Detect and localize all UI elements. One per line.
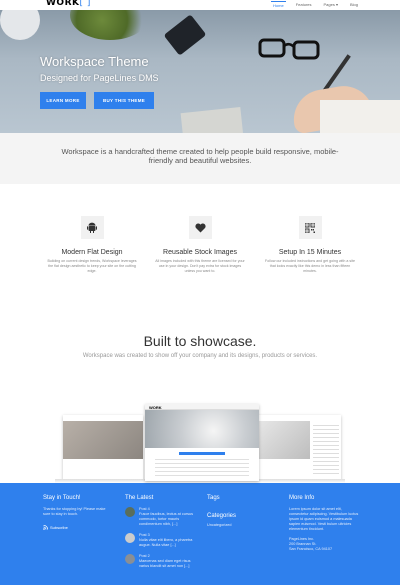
showcase-subtitle: Workspace was created to show off your c…: [82, 353, 318, 359]
footer-heading: More Info: [289, 495, 315, 501]
post-thumbnail: [125, 533, 135, 543]
glasses-image: [258, 38, 320, 60]
main-nav: Home Features Pages ▾ Blog: [271, 1, 360, 9]
intro-text: Workspace is a handcrafted theme created…: [61, 147, 339, 165]
post-thumbnail: [125, 507, 135, 517]
phone-image: [163, 14, 207, 56]
android-icon: [80, 216, 104, 239]
feature-description: All images included with this theme are …: [155, 259, 245, 273]
plant-image: [70, 10, 150, 40]
footer-text: Thanks for stopping by! Please make sure…: [43, 507, 106, 516]
footer-heading: Tags: [207, 495, 220, 501]
feature-title: Setup In 15 Minutes: [278, 249, 342, 256]
address-line: San Francisco, CA 94107: [289, 547, 333, 551]
learn-more-button[interactable]: LEARN MORE: [40, 92, 86, 109]
post-thumbnail: [125, 554, 135, 564]
buy-theme-button[interactable]: BUY THIS THEME: [94, 92, 154, 109]
footer-more-info: More Info Lorem ipsum dolor sit amet eli…: [289, 495, 359, 552]
feature-title: Reusable Stock Images: [163, 249, 237, 256]
feature-description: Building on current design trends, Works…: [47, 259, 137, 273]
screenshot-center-image: WORK: [145, 404, 259, 481]
footer-the-latest: The Latest Post 4 Fusce faucibus, lectus…: [125, 495, 200, 569]
footer-categories-heading: Categories: [207, 513, 237, 519]
paper-image: [180, 106, 244, 133]
category-link[interactable]: Uncategorized: [207, 523, 277, 528]
feature-reusable-stock-images: Reusable Stock Images All images include…: [150, 216, 250, 274]
qrcode-icon: [298, 216, 322, 239]
post-excerpt: Maecenas sed diam eget risus varius blan…: [139, 559, 191, 568]
logo-bracket: [ ]: [79, 0, 91, 8]
coffee-cup-image: [0, 10, 40, 40]
logo-text: WORK: [46, 0, 80, 8]
latest-post[interactable]: Post 2 Maecenas sed diam eget risus vari…: [125, 554, 200, 569]
hero-title: Workspace Theme: [40, 54, 149, 69]
latest-post[interactable]: Post 3 Nulla vitae elit libero, a pharet…: [125, 533, 200, 548]
nav-blog[interactable]: Blog: [348, 1, 360, 9]
feature-setup-15-minutes: Setup In 15 Minutes Follow our included …: [260, 216, 360, 274]
feature-modern-flat-design: Modern Flat Design Building on current d…: [42, 216, 142, 274]
top-navbar: WORK[ ] Home Features Pages ▾ Blog: [0, 0, 400, 10]
subscribe-label: Subscribe: [50, 525, 68, 530]
rss-icon: [43, 525, 48, 530]
subscribe-link[interactable]: Subscribe: [43, 525, 113, 530]
post-excerpt: Nulla vitae elit libero, a pharetra augu…: [139, 538, 193, 547]
screenshot-left-image: [63, 415, 143, 481]
notebook-image: [320, 100, 400, 133]
post-excerpt: Fusce faucibus, lectus at cursus commodo…: [139, 512, 194, 526]
feature-title: Modern Flat Design: [61, 249, 123, 256]
footer-heading: Stay in Touch!: [43, 495, 81, 501]
showcase-title: Built to showcase.: [143, 333, 257, 349]
nav-features[interactable]: Features: [294, 1, 314, 9]
site-logo[interactable]: WORK[ ]: [46, 0, 91, 8]
mini-logo: WORK: [149, 404, 162, 410]
nav-pages[interactable]: Pages ▾: [322, 1, 340, 9]
hero-subtitle: Designed for PageLines DMS: [40, 73, 159, 83]
footer-stay-in-touch: Stay in Touch! Thanks for stopping by! P…: [43, 495, 113, 530]
screenshot-right-image: [255, 415, 341, 481]
site-footer: Stay in Touch! Thanks for stopping by! P…: [0, 483, 400, 585]
nav-home[interactable]: Home: [271, 1, 286, 9]
heart-icon: [188, 216, 212, 239]
footer-tags: Tags Categories Uncategorized: [207, 495, 277, 528]
hero-banner: Workspace Theme Designed for PageLines D…: [0, 10, 400, 133]
footer-text: Lorem ipsum dolor sit amet elit, consect…: [289, 507, 359, 531]
feature-description: Follow our included instructions and get…: [265, 259, 355, 273]
latest-post[interactable]: Post 4 Fusce faucibus, lectus at cursus …: [125, 507, 200, 527]
intro-band: Workspace is a handcrafted theme created…: [0, 133, 400, 184]
footer-heading: The Latest: [125, 495, 154, 501]
